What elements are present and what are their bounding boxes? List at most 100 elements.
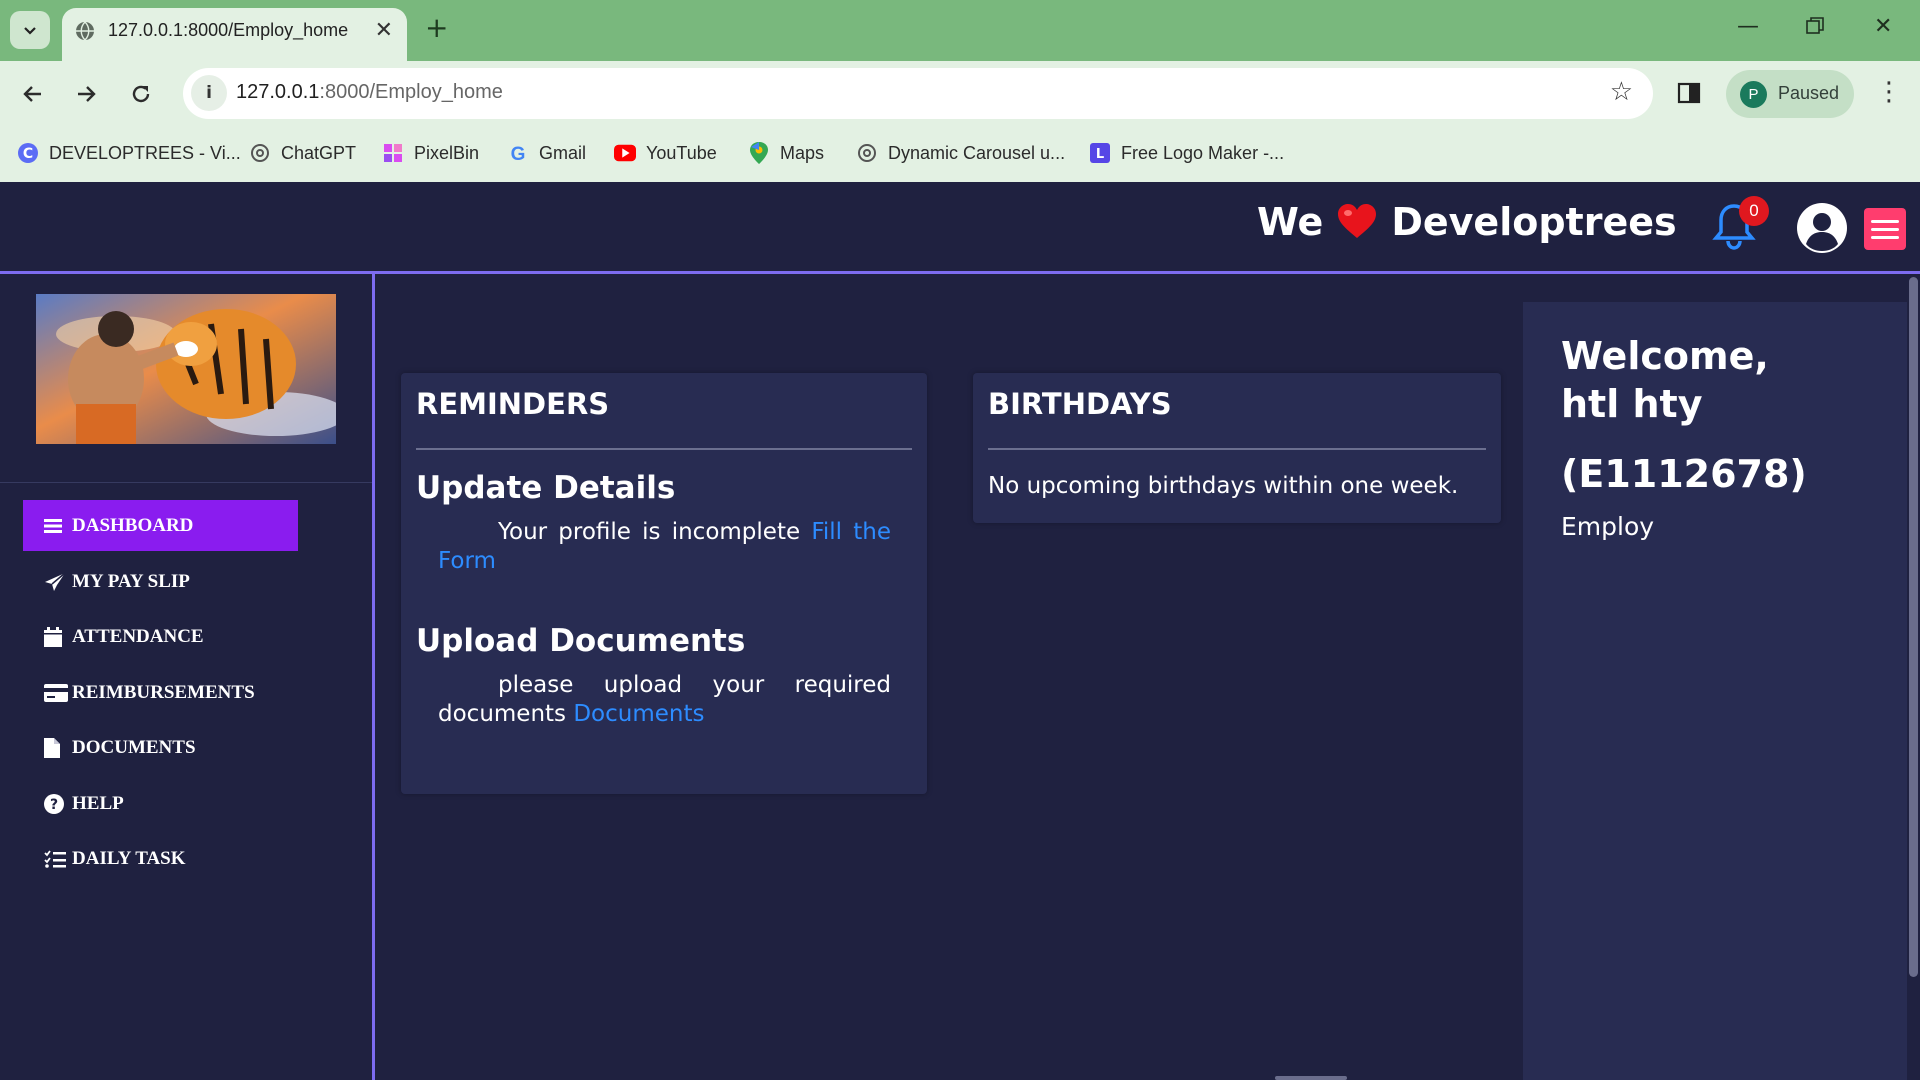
tab-title: 127.0.0.1:8000/Employ_home — [108, 20, 349, 40]
browser-tab-bar: 127.0.0.1:8000/Employ_home ✕ + — ✕ — [0, 0, 1920, 61]
sidebar-item-reimbursements[interactable]: REIMBURSEMENTS — [23, 667, 298, 718]
welcome-greeting: Welcome, — [1561, 334, 1769, 378]
sidebar-item-attendance[interactable]: ATTENDANCE — [23, 611, 298, 662]
reload-icon[interactable] — [125, 78, 157, 110]
browser-toolbar: i 127.0.0.1:8000/Employ_home ☆ P Paused … — [0, 61, 1920, 126]
sidebar-item-label: DASHBOARD — [72, 514, 194, 536]
notification-count-badge: 0 — [1739, 196, 1769, 226]
chatgpt-icon — [856, 142, 878, 164]
top-navbar: We Developtrees 0 — [0, 182, 1920, 274]
svg-text:L: L — [1096, 147, 1104, 162]
new-tab-button[interactable]: + — [425, 12, 448, 44]
bookmarks-bar: C DEVELOPTREES - Vi... ChatGPT PixelBin … — [0, 126, 1920, 183]
documents-link[interactable]: Documents — [573, 701, 704, 727]
sidebar-divider — [0, 482, 372, 483]
reminders-title: REMINDERS — [416, 387, 610, 421]
employee-name: htl hty — [1561, 382, 1703, 426]
restore-icon[interactable] — [1805, 16, 1825, 42]
bookmark-chatgpt[interactable]: ChatGPT — [249, 139, 356, 167]
tab-search-button[interactable] — [10, 11, 50, 49]
forward-icon[interactable] — [70, 78, 102, 110]
employee-role: Employ — [1561, 512, 1655, 541]
brand-right-text: Developtrees — [1391, 200, 1677, 244]
bookmark-developtrees[interactable]: C DEVELOPTREES - Vi... — [17, 139, 241, 167]
sidebar-item-label: HELP — [72, 792, 124, 814]
bookmark-gmail[interactable]: G Gmail — [507, 139, 586, 167]
profile-button[interactable]: P Paused — [1726, 70, 1854, 118]
sidebar-item-dashboard[interactable]: DASHBOARD — [23, 500, 298, 551]
developtrees-icon: C — [17, 142, 39, 164]
browser-tab-active[interactable]: 127.0.0.1:8000/Employ_home ✕ — [62, 8, 407, 61]
birthdays-card: BIRTHDAYS No upcoming birthdays within o… — [973, 373, 1501, 523]
url-text: 127.0.0.1:8000/Employ_home — [236, 81, 503, 103]
minimize-icon[interactable]: — — [1737, 14, 1759, 39]
sidebar-item-label: DAILY TASK — [72, 847, 186, 869]
horizontal-scroll-indicator — [1275, 1076, 1347, 1080]
maps-icon — [748, 142, 770, 164]
bookmark-maps[interactable]: Maps — [748, 139, 824, 167]
birthdays-title: BIRTHDAYS — [988, 387, 1172, 421]
address-bar[interactable]: i 127.0.0.1:8000/Employ_home ☆ — [183, 68, 1653, 119]
hamburger-line — [1871, 227, 1899, 231]
upload-documents-heading: Upload Documents — [416, 623, 746, 659]
site-info-icon[interactable]: i — [191, 75, 227, 111]
chevron-down-icon — [24, 27, 36, 35]
update-details-heading: Update Details — [416, 470, 676, 506]
sidebar-item-label: ATTENDANCE — [72, 625, 204, 647]
close-window-icon[interactable]: ✕ — [1874, 14, 1892, 39]
bookmark-pixelbin[interactable]: PixelBin — [382, 139, 479, 167]
birthdays-empty-message: No upcoming birthdays within one week. — [988, 473, 1459, 499]
youtube-icon — [614, 142, 636, 164]
globe-icon — [76, 21, 94, 41]
update-details-text: Your profile is incomplete Fill the Form — [438, 519, 891, 574]
paper-plane-icon — [44, 571, 68, 592]
user-account-icon[interactable] — [1796, 202, 1848, 254]
sidebar-item-label: MY PAY SLIP — [72, 570, 190, 592]
hamburger-line — [1871, 219, 1899, 223]
more-menu-icon[interactable]: ⋮ — [1876, 77, 1902, 107]
bookmark-free-logo-maker[interactable]: L Free Logo Maker -... — [1089, 139, 1284, 167]
bookmark-star-icon[interactable]: ☆ — [1610, 77, 1633, 107]
menu-toggle-button[interactable] — [1864, 208, 1906, 250]
profile-banner-image — [36, 294, 336, 444]
side-panel-icon[interactable] — [1677, 81, 1701, 105]
page: We Developtrees 0 DASHBOARD MY PAY SLIP … — [0, 182, 1920, 1080]
scrollbar[interactable] — [1907, 277, 1920, 1080]
sidebar-item-label: DOCUMENTS — [72, 736, 196, 758]
brand-left-text: We — [1257, 200, 1324, 244]
welcome-panel: Welcome, htl hty (E1112678) Employ — [1523, 302, 1911, 1080]
question-circle-icon: ? — [44, 793, 68, 814]
upload-documents-text: please upload your required documents Do… — [438, 672, 891, 727]
credit-card-icon — [44, 683, 68, 702]
reminders-card: REMINDERS Update Details Your profile is… — [401, 373, 927, 794]
card-divider — [416, 448, 912, 450]
heart-icon — [1337, 204, 1377, 240]
sidebar-item-documents[interactable]: DOCUMENTS — [23, 722, 298, 773]
bars-icon — [44, 518, 68, 534]
sidebar-item-help[interactable]: ? HELP — [23, 778, 298, 829]
bookmark-dynamic-carousel[interactable]: Dynamic Carousel u... — [856, 139, 1065, 167]
hamburger-line — [1871, 235, 1899, 239]
close-tab-icon[interactable]: ✕ — [375, 18, 393, 43]
scrollbar-thumb[interactable] — [1909, 277, 1918, 977]
google-icon: G — [507, 142, 529, 164]
task-list-icon — [44, 849, 68, 868]
svg-text:G: G — [511, 144, 526, 164]
sidebar: DASHBOARD MY PAY SLIP ATTENDANCE REIMBUR… — [0, 274, 375, 1080]
profile-status: Paused — [1778, 83, 1840, 103]
logo-maker-icon: L — [1089, 142, 1111, 164]
back-icon[interactable] — [17, 78, 49, 110]
chatgpt-icon — [249, 142, 271, 164]
profile-avatar: P — [1740, 81, 1767, 108]
bookmark-youtube[interactable]: YouTube — [614, 139, 717, 167]
sidebar-item-daily-task[interactable]: DAILY TASK — [23, 833, 298, 884]
employee-id: (E1112678) — [1561, 452, 1807, 496]
file-icon — [44, 737, 68, 758]
svg-text:?: ? — [50, 797, 58, 813]
sidebar-item-my-pay-slip[interactable]: MY PAY SLIP — [23, 556, 298, 607]
svg-text:C: C — [23, 146, 33, 162]
card-divider — [988, 448, 1486, 450]
brand-title: We Developtrees — [1257, 200, 1677, 244]
sidebar-item-label: REIMBURSEMENTS — [72, 681, 255, 703]
calendar-icon — [44, 626, 68, 647]
